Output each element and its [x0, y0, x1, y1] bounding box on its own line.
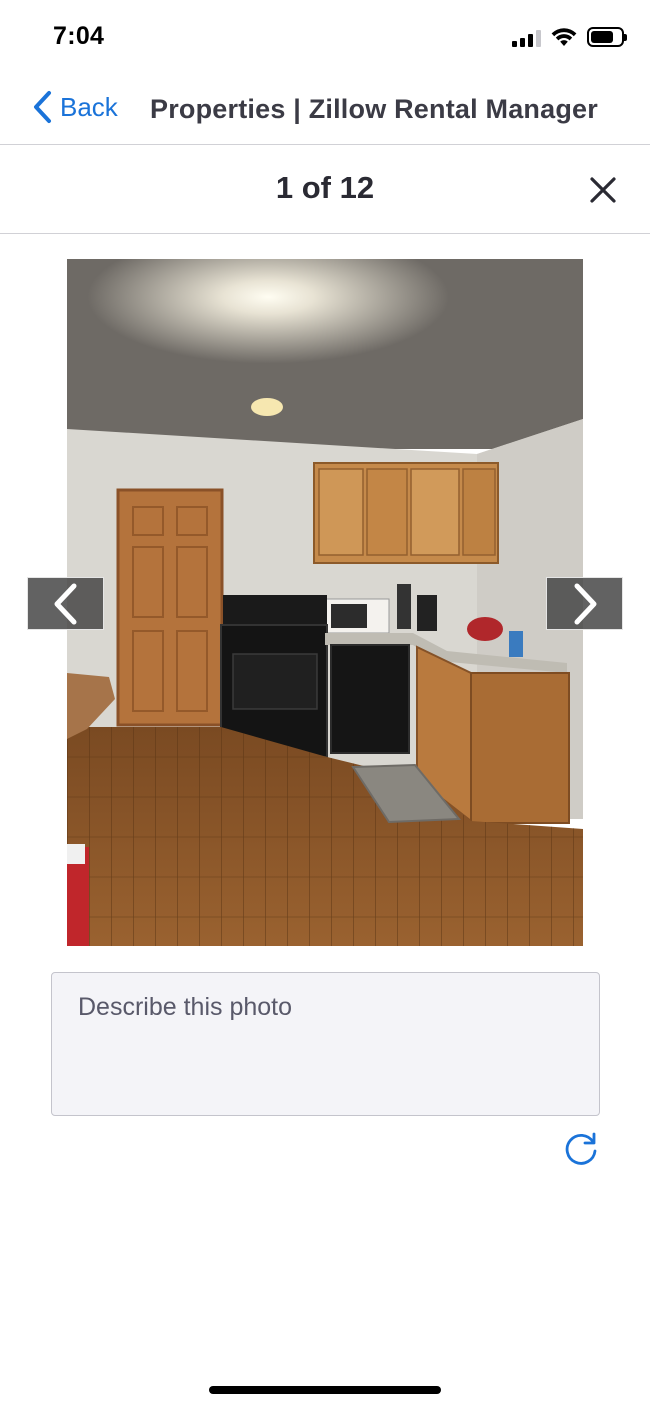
- page-title: Properties | Zillow Rental Manager: [150, 94, 598, 124]
- viewer-header: 1 of 12: [0, 146, 650, 234]
- status-time: 7:04: [53, 22, 105, 50]
- battery-icon: [587, 27, 627, 47]
- next-photo-button[interactable]: [546, 577, 623, 630]
- chevron-left-icon: [54, 583, 76, 624]
- photo-description-input[interactable]: [51, 972, 600, 1116]
- kitchen-photo: [67, 259, 583, 946]
- nav-bar: Back Properties | Zillow Rental Manager: [0, 78, 650, 145]
- refresh-button[interactable]: [562, 1130, 600, 1168]
- cellular-signal-icon: [512, 29, 541, 47]
- status-icons: [512, 27, 627, 47]
- close-icon: [590, 177, 616, 203]
- previous-photo-button[interactable]: [27, 577, 104, 630]
- chevron-back-icon: [34, 91, 51, 123]
- back-button[interactable]: Back: [32, 90, 118, 124]
- wifi-icon: [551, 28, 577, 46]
- close-button[interactable]: [586, 173, 620, 207]
- refresh-icon: [565, 1132, 597, 1165]
- back-label: Back: [60, 91, 118, 122]
- home-indicator: [209, 1386, 441, 1394]
- status-bar: 7:04: [0, 0, 650, 78]
- photo-counter: 1 of 12: [275, 170, 375, 205]
- chevron-right-icon: [574, 583, 596, 624]
